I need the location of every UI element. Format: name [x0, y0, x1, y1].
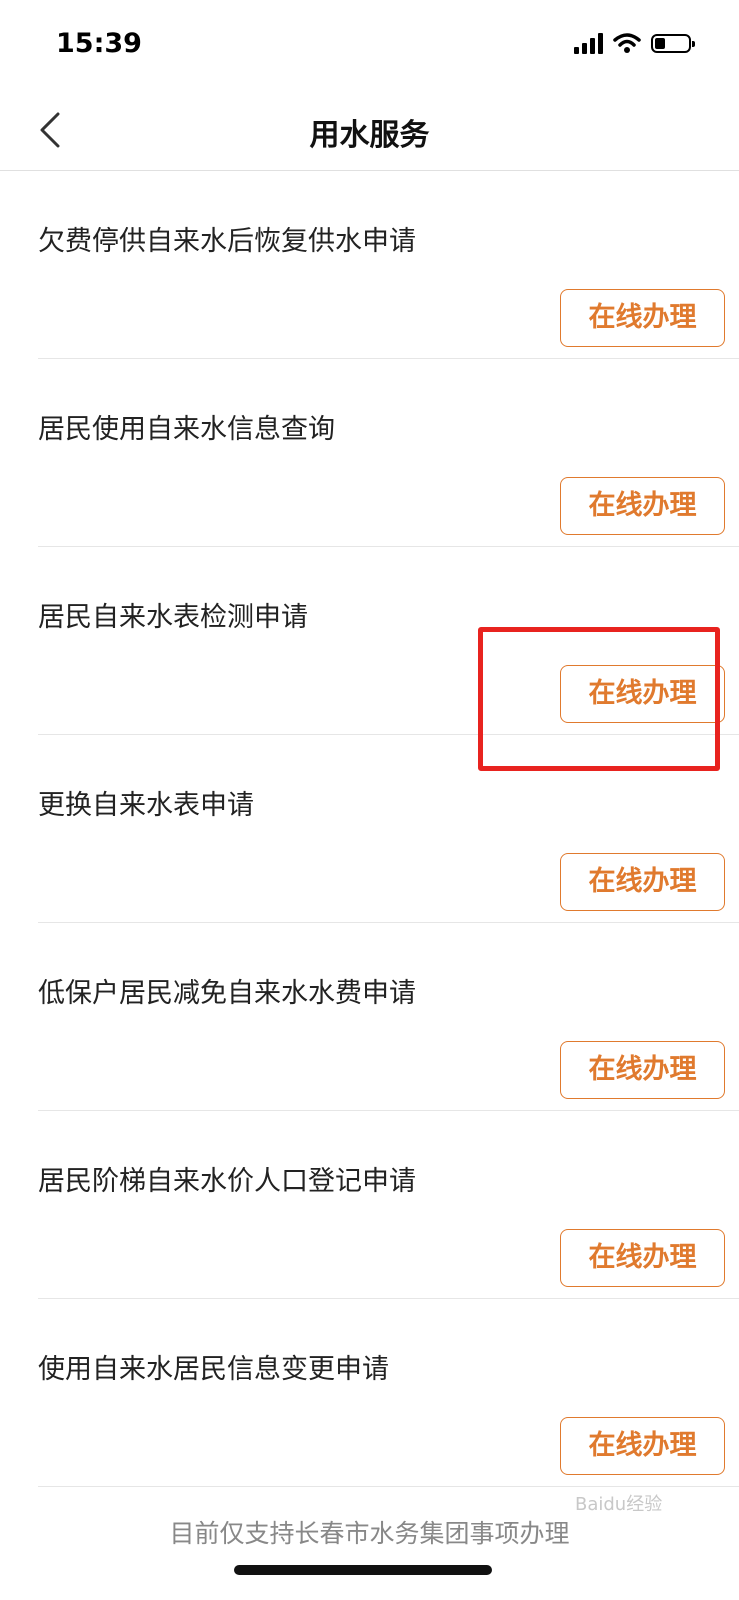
online-apply-button[interactable]: 在线办理 — [560, 289, 725, 347]
cellular-signal-icon — [574, 32, 603, 54]
online-apply-button[interactable]: 在线办理 — [560, 1229, 725, 1287]
wifi-icon — [613, 33, 641, 53]
service-title: 居民使用自来水信息查询 — [38, 414, 335, 445]
service-list: 欠费停供自来水后恢复供水申请 在线办理 居民使用自来水信息查询 在线办理 居民自… — [0, 171, 739, 1487]
service-title: 低保户居民减免自来水水费申请 — [38, 978, 416, 1009]
highlight-box — [478, 627, 720, 771]
online-apply-button[interactable]: 在线办理 — [560, 1041, 725, 1099]
status-bar: 15:39 — [0, 0, 739, 90]
list-item: 低保户居民减免自来水水费申请 在线办理 — [38, 923, 739, 1111]
service-title: 居民自来水表检测申请 — [38, 602, 308, 633]
online-apply-button[interactable]: 在线办理 — [560, 1417, 725, 1475]
status-icons — [574, 32, 695, 54]
service-title: 欠费停供自来水后恢复供水申请 — [38, 226, 416, 257]
home-indicator — [234, 1565, 492, 1575]
list-item: 使用自来水居民信息变更申请 在线办理 — [38, 1299, 739, 1487]
battery-icon — [651, 33, 695, 53]
status-time: 15:39 — [56, 28, 142, 59]
page-title: 用水服务 — [309, 118, 430, 153]
service-title: 更换自来水表申请 — [38, 790, 254, 821]
list-item: 居民阶梯自来水价人口登记申请 在线办理 — [38, 1111, 739, 1299]
footer-note: 目前仅支持长春市水务集团事项办理 — [169, 1519, 570, 1548]
service-title: 使用自来水居民信息变更申请 — [38, 1354, 389, 1385]
nav-bar: 用水服务 — [0, 90, 739, 171]
list-item: 欠费停供自来水后恢复供水申请 在线办理 — [38, 171, 739, 359]
list-item: 居民使用自来水信息查询 在线办理 — [38, 359, 739, 547]
watermark-logo: Baidu经验 — [575, 1494, 663, 1515]
service-title: 居民阶梯自来水价人口登记申请 — [38, 1166, 416, 1197]
online-apply-button[interactable]: 在线办理 — [560, 477, 725, 535]
online-apply-button[interactable]: 在线办理 — [560, 853, 725, 911]
